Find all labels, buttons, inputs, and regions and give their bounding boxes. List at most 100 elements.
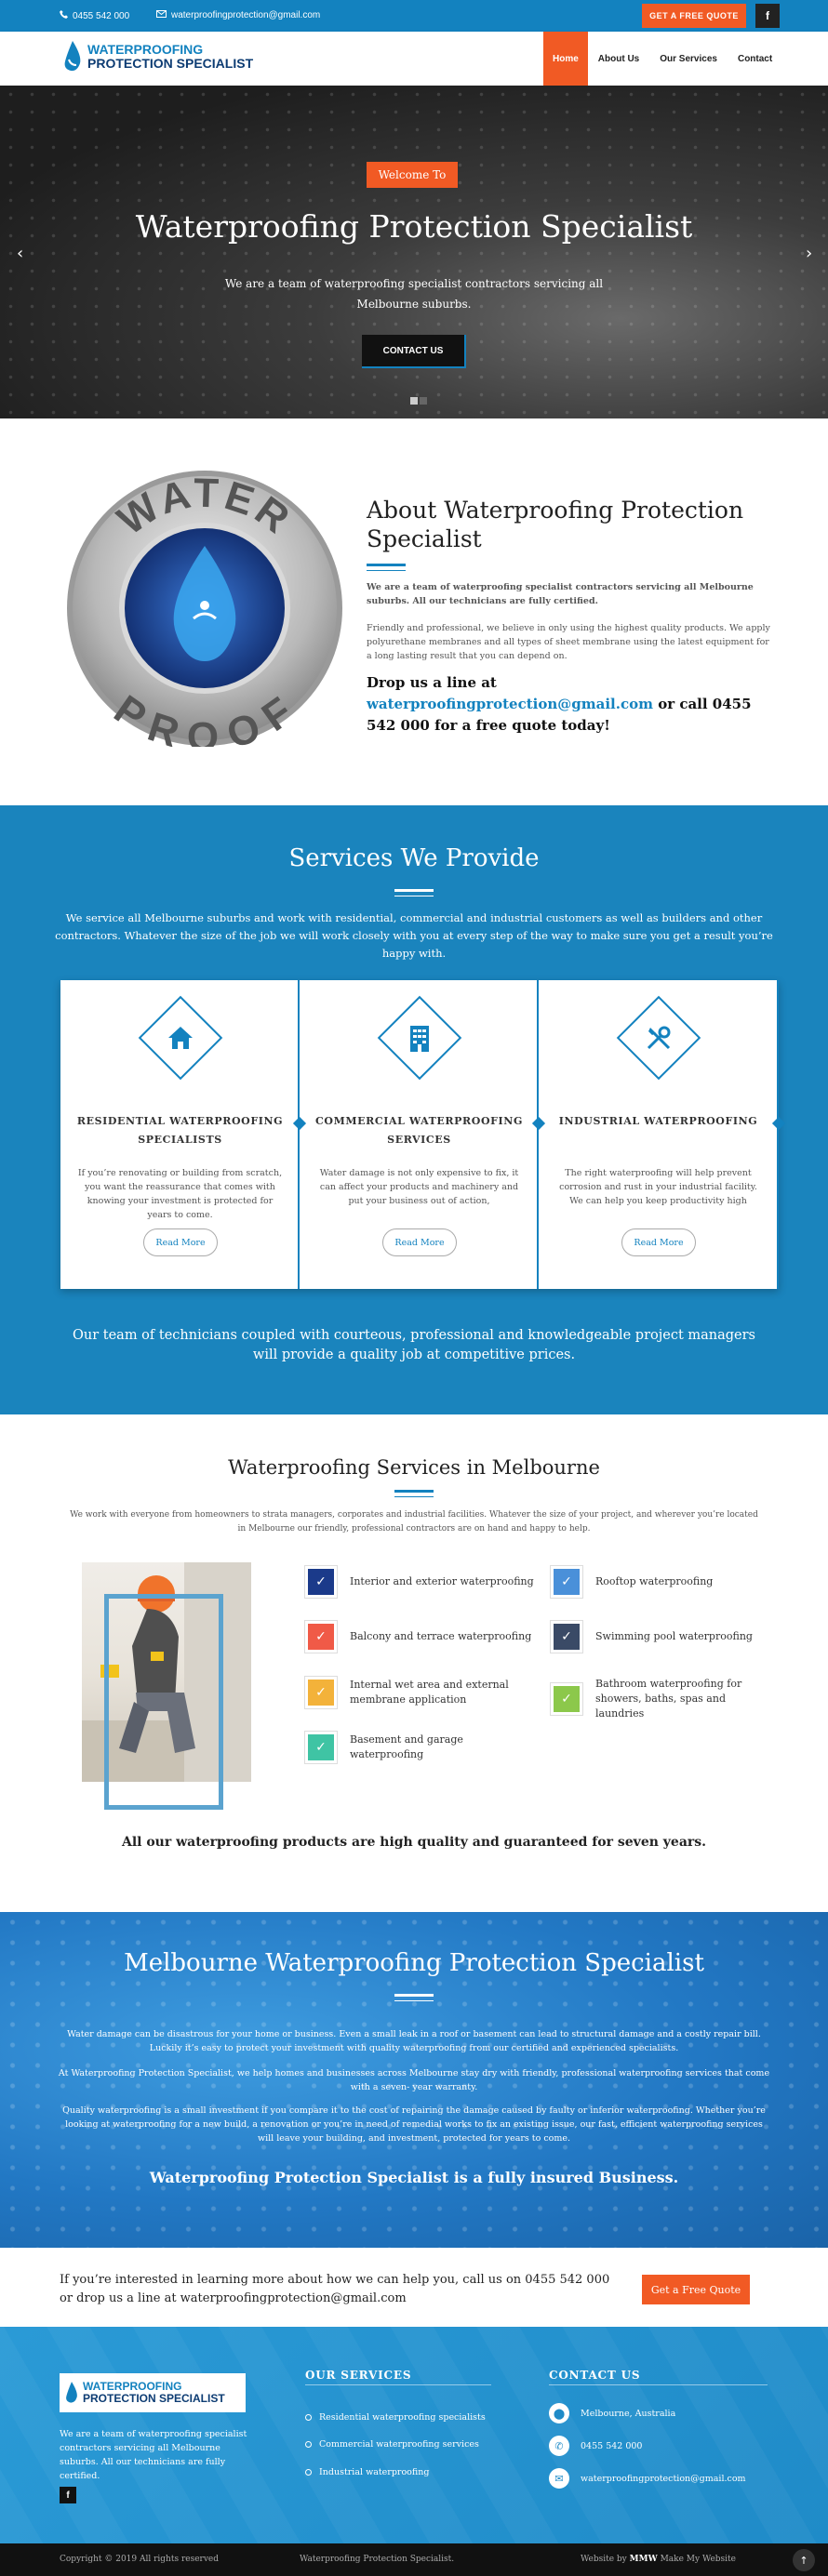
nav-about[interactable]: About Us (588, 32, 649, 86)
card-title: COMMERCIAL WATERPROOFING SERVICES (315, 1115, 523, 1146)
footer-about: We are a team of waterproofing specialis… (60, 2429, 247, 2481)
footer-contact-title: CONTACT US (549, 2369, 641, 2382)
melbourne-intro: We work with everyone from homeowners to… (70, 1510, 758, 1534)
water-paragraph-2: At Waterproofing Protection Specialist, … (58, 2068, 770, 2092)
check-icon: ✓ (305, 1621, 337, 1653)
nav-home[interactable]: Home (543, 32, 588, 86)
footer-service-link[interactable]: Industrial waterproofing (305, 2467, 429, 2477)
get-free-quote-button[interactable]: Get a Free Quote (642, 2275, 750, 2304)
mail-icon: ✉ (549, 2468, 569, 2489)
cta-prefix: Drop us a line at (367, 674, 497, 691)
about-paragraph-1: We are a team of waterproofing specialis… (367, 582, 754, 606)
nav-contact[interactable]: Contact (728, 32, 782, 86)
feature-label: Internal wet area and external membrane … (350, 1679, 509, 1706)
circle-bullet-icon (305, 2414, 312, 2421)
cta-email-link[interactable]: waterproofingprotection@gmail.com (367, 696, 653, 712)
footer-contact-item: ⬤ Melbourne, Australia (549, 2403, 675, 2423)
footer-service-label: Residential waterproofing specialists (319, 2412, 486, 2423)
feature-item: ✓ Swimming pool waterproofing (551, 1621, 774, 1653)
top-email-text: waterproofingprotection@gmail.com (171, 10, 321, 20)
contact-us-button[interactable]: CONTACT US (362, 335, 466, 368)
location-icon: ⬤ (549, 2403, 569, 2423)
feature-label: Swimming pool waterproofing (595, 1630, 753, 1642)
top-email[interactable]: waterproofingprotection@gmail.com (156, 10, 320, 20)
main-nav: Home About Us Our Services Contact (543, 32, 782, 86)
title-underline (394, 1496, 434, 1497)
free-quote-button[interactable]: GET A FREE QUOTE (642, 4, 746, 28)
water-drop-logo-icon (64, 41, 81, 72)
feature-label: Interior and exterior waterproofing (350, 1575, 534, 1587)
water-paragraph-1: Water damage can be disastrous for your … (67, 2029, 761, 2053)
footer-contact-item[interactable]: ✆ 0455 542 000 (549, 2436, 642, 2456)
title-underline (394, 889, 434, 892)
facebook-icon[interactable]: f (60, 2487, 76, 2503)
footer-contact-item[interactable]: ✉ waterproofingprotection@gmail.com (549, 2468, 746, 2489)
mail-icon (156, 10, 167, 20)
back-to-top-icon[interactable]: ↑ (793, 2549, 815, 2571)
services-intro: We service all Melbourne suburbs and wor… (55, 911, 773, 960)
feature-label: Basement and garage waterproofing (350, 1733, 463, 1760)
feature-item: ✓ Rooftop waterproofing (551, 1566, 774, 1598)
feature-item: ✓ Basement and garage waterproofing (305, 1732, 538, 1763)
insured-text: Waterproofing Protection Specialist is a… (149, 2169, 679, 2186)
card-text: Water damage is not only expensive to fi… (319, 1168, 519, 1206)
site-logo[interactable]: WATERPROOFING PROTECTION SPECIALIST (63, 41, 253, 73)
slider-pager (410, 397, 427, 405)
water-title: Melbourne Waterproofing Protection Speci… (124, 1949, 704, 1977)
contact-prompt: If you’re interested in learning more ab… (60, 2273, 610, 2305)
services-section: Services We Provide We service all Melbo… (0, 805, 828, 1414)
credit-link[interactable]: Make My Website (661, 2555, 736, 2564)
title-underline (367, 570, 406, 571)
hero-subtitle: We are a team of waterproofing specialis… (224, 277, 604, 311)
phone-icon: ✆ (549, 2436, 569, 2456)
feature-label: Balcony and terrace waterproofing (350, 1630, 532, 1642)
facebook-icon[interactable]: f (755, 4, 780, 28)
logo-line-1: WATERPROOFING (87, 42, 204, 57)
slider-dot[interactable] (410, 397, 418, 405)
card-title: INDUSTRIAL WATERPROOFING (558, 1115, 758, 1127)
footer-services-title: OUR SERVICES (305, 2369, 412, 2382)
service-cards: RESIDENTIAL WATERPROOFING SPECIALISTS If… (60, 980, 786, 1289)
title-underline (394, 1490, 434, 1493)
feature-item: ✓ Balcony and terrace waterproofing (305, 1621, 538, 1653)
footer-logo[interactable]: WATERPROOFING PROTECTION SPECIALIST (60, 2373, 246, 2412)
service-card-industrial: INDUSTRIAL WATERPROOFING The right water… (539, 980, 786, 1289)
check-icon: ✓ (551, 1683, 582, 1715)
read-more-button[interactable]: Read More (382, 1228, 457, 1256)
site-footer: WATERPROOFING PROTECTION SPECIALIST We a… (0, 2327, 828, 2543)
top-phone-text: 0455 542 000 (73, 10, 130, 21)
feature-item: ✓ Internal wet area and external membran… (305, 1677, 538, 1708)
footer-logo-line-2: PROTECTION SPECIALIST (83, 2392, 225, 2405)
read-more-button[interactable]: Read More (143, 1228, 218, 1256)
slider-dot[interactable] (420, 397, 427, 405)
credit-label: Website by (581, 2555, 627, 2564)
about-title: About Waterproofing Protection Specialis… (367, 497, 744, 552)
water-droplets-background (0, 86, 828, 418)
nav-services[interactable]: Our Services (649, 32, 728, 86)
footer-divider (549, 2384, 768, 2385)
hero-slider: Welcome To Waterproofing Protection Spec… (0, 86, 828, 418)
about-cta: Drop us a line at waterproofingprotectio… (367, 672, 776, 737)
slider-prev-icon[interactable]: ‹ (17, 244, 23, 263)
slider-next-icon[interactable]: › (806, 244, 812, 263)
check-icon: ✓ (551, 1566, 582, 1598)
services-outro: Our team of technicians coupled with cou… (73, 1328, 755, 1362)
hero-welcome-badge: Welcome To (367, 162, 458, 188)
footer-divider (305, 2384, 491, 2385)
footer-service-link[interactable]: Commercial waterproofing services (305, 2439, 479, 2450)
bottom-bar: Copyright © 2019 All rights reserved Wat… (0, 2543, 828, 2576)
service-card-residential: RESIDENTIAL WATERPROOFING SPECIALISTS If… (60, 980, 307, 1289)
house-icon (151, 1008, 210, 1068)
feature-label: Bathroom waterproofing for showers, bath… (595, 1678, 742, 1720)
footer-service-label: Commercial waterproofing services (319, 2439, 479, 2450)
card-text: If you’re renovating or building from sc… (77, 1168, 283, 1220)
top-phone[interactable]: 0455 542 000 (60, 10, 129, 21)
tools-icon (629, 1008, 688, 1068)
read-more-button[interactable]: Read More (621, 1228, 696, 1256)
footer-service-link[interactable]: Residential waterproofing specialists (305, 2412, 486, 2423)
card-divider (777, 980, 779, 1289)
check-icon: ✓ (305, 1566, 337, 1598)
card-title: RESIDENTIAL WATERPROOFING SPECIALISTS (76, 1115, 284, 1146)
check-icon: ✓ (551, 1621, 582, 1653)
top-bar: 0455 542 000 waterproofingprotection@gma… (0, 0, 828, 32)
